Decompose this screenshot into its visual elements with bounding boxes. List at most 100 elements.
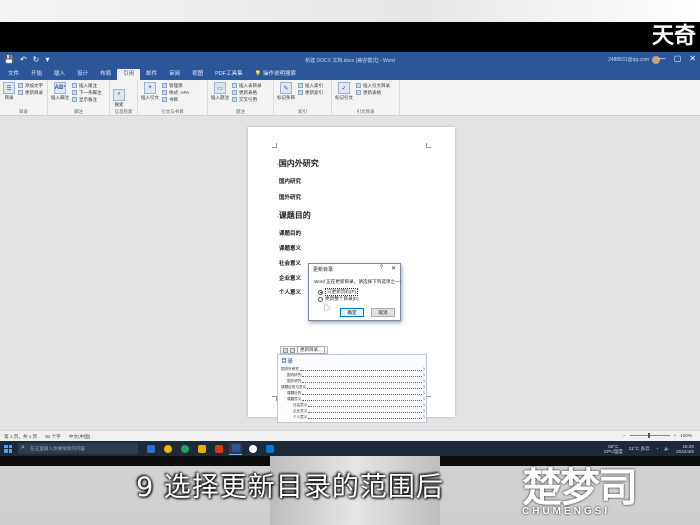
weather-widget[interactable]: 21°C 多云 <box>629 446 650 452</box>
taskbar-search-input[interactable]: 在这里输入你要搜索的内容 <box>18 442 138 454</box>
cpu-temperature[interactable]: 56°C CPU温度 <box>604 444 623 454</box>
tab-references[interactable]: 引用 <box>117 69 141 80</box>
update-index-button[interactable]: 更新索引 <box>298 89 323 96</box>
taskbar-app-explorer[interactable] <box>195 443 208 455</box>
tab-view[interactable]: 视图 <box>186 69 209 80</box>
insert-footnote-button[interactable]: AB¹ 插入脚注 <box>51 82 69 103</box>
heading-2[interactable]: 国内研究 <box>279 177 301 185</box>
account-area[interactable]: 2488831@qq.com <box>608 56 660 64</box>
mark-citation-button[interactable]: ✓ 标记引文 <box>335 82 353 101</box>
heading-2[interactable]: 个人意义 <box>279 288 301 296</box>
minimize-icon[interactable]: — <box>658 54 666 63</box>
zoom-in-icon[interactable]: + <box>674 433 677 438</box>
heading-1[interactable]: ▪课题目的 <box>277 210 311 221</box>
bibliography-button[interactable]: 书目 <box>162 96 189 103</box>
tab-layout[interactable]: 布局 <box>94 69 117 80</box>
ribbon-group-research: ⌕ 搜索 信息检索 <box>110 80 138 116</box>
heading-2[interactable]: 社会意义 <box>279 259 301 267</box>
update-authorities-button[interactable]: 更新表格 <box>356 89 390 96</box>
maximize-icon[interactable]: ▢ <box>674 54 682 63</box>
taskbar-app-word[interactable] <box>229 442 242 455</box>
insert-table-of-authorities-button[interactable]: 插入引文目录 <box>356 82 390 89</box>
toc-entry[interactable]: 个人意义 1 <box>293 414 425 420</box>
taskbar-app-generic[interactable] <box>246 443 259 455</box>
heading-2[interactable]: 企业意义 <box>279 274 301 282</box>
close-icon[interactable]: ✕ <box>689 54 696 63</box>
ribbon-tabs: 文件 开始 插入 设计 布局 引用 邮件 审阅 视图 PDF工具集 💡 操作说明… <box>0 68 700 80</box>
taskbar-app-browser[interactable] <box>144 443 157 455</box>
taskbar-app-chrome[interactable] <box>161 443 174 455</box>
app-icon <box>248 444 257 453</box>
next-footnote-icon <box>72 90 77 95</box>
tab-review[interactable]: 审阅 <box>163 69 186 80</box>
heading-2[interactable]: 课题目的 <box>279 229 301 237</box>
ribbon-group-label: 引文与书目 <box>161 109 184 114</box>
volume-icon[interactable]: 🔈 <box>664 446 670 452</box>
ribbon-group-footnotes: AB¹ 插入脚注 插入尾注 下一条脚注 显示备注 脚注 <box>48 80 110 116</box>
windows-start-icon[interactable] <box>4 444 12 453</box>
taskbar-clock[interactable]: 16:20 2022/4/6 <box>676 444 694 454</box>
update-toc-dialog: 更新目录 ? ✕ Word 正在更新目录，请选择下列选项之一： 只更新页码(P)… <box>308 263 404 321</box>
heading-2[interactable]: 国外研究 <box>279 193 301 201</box>
cancel-button[interactable]: 取消 <box>371 308 395 317</box>
cross-reference-button[interactable]: 交叉引用 <box>232 96 262 103</box>
authorities-icon <box>356 83 361 88</box>
language-indicator[interactable]: 中文(中国) <box>69 434 90 440</box>
insert-endnote-button[interactable]: 插入尾注 <box>72 82 102 89</box>
radio-update-page-numbers[interactable]: 只更新页码(P) <box>318 288 359 296</box>
tab-pdf-tools[interactable]: PDF工具集 <box>209 69 249 80</box>
show-notes-button[interactable]: 显示备注 <box>72 96 102 103</box>
zoom-slider[interactable] <box>629 433 670 438</box>
powerpoint-icon <box>214 444 223 453</box>
taskbar-app-store[interactable] <box>263 443 276 455</box>
search-button[interactable]: ⌕ 搜索 <box>113 88 125 108</box>
endnote-icon <box>72 83 77 88</box>
radio-update-entire-table[interactable]: 更新整个目录(E) <box>318 296 359 302</box>
help-icon[interactable]: ? <box>380 265 383 271</box>
ok-button[interactable]: 确定 <box>340 308 364 317</box>
tab-home[interactable]: 开始 <box>25 69 48 80</box>
mark-entry-icon: ✎ <box>280 82 292 94</box>
mark-entry-button[interactable]: ✎ 标记条目 <box>277 82 295 101</box>
taskbar-app-wechat[interactable] <box>178 443 191 455</box>
network-icon[interactable]: ◔ <box>656 446 659 451</box>
word-count[interactable]: 91 个字 <box>45 434 61 440</box>
system-tray: 56°C CPU温度 21°C 多云 ◔ 🔈 16:20 2022/4/6 <box>604 444 700 454</box>
heading-2[interactable]: 课题意义 <box>279 244 301 252</box>
word-icon <box>231 444 240 452</box>
add-text-button[interactable]: 添加文字 <box>18 82 43 89</box>
update-table-button[interactable]: 更新表格 <box>232 89 262 96</box>
toc-content-control-toolbar[interactable]: 更新目录... <box>280 346 328 354</box>
tell-me-search[interactable]: 💡 操作说明搜索 <box>249 69 302 80</box>
ribbon-group-label: 引文目录 <box>356 109 375 114</box>
style-select[interactable]: 样式: APA <box>162 89 189 96</box>
next-footnote-button[interactable]: 下一条脚注 <box>72 89 102 96</box>
heading-1[interactable]: ▪国内外研究 <box>277 158 319 169</box>
page-count[interactable]: 第 1 页，共 1 页 <box>4 434 37 440</box>
manage-sources-button[interactable]: 管理源 <box>162 82 189 89</box>
dialog-close-icon[interactable]: ✕ <box>391 265 396 272</box>
footnote-icon: AB¹ <box>54 82 66 94</box>
show-notes-icon <box>72 97 77 102</box>
insert-caption-button[interactable]: ▭ 插入题注 <box>211 82 229 103</box>
toc-button[interactable]: ☰ 目录 <box>3 82 15 101</box>
zoom-level[interactable]: 100% <box>680 433 692 438</box>
update-toc-button[interactable]: 更新目录 <box>18 89 43 96</box>
radio-selected-icon[interactable] <box>318 289 323 295</box>
crop-mark <box>426 143 431 148</box>
insert-table-of-figures-button[interactable]: 插入表目录 <box>232 82 262 89</box>
taskbar-app-powerpoint[interactable] <box>212 443 225 455</box>
radio-unselected-icon[interactable] <box>318 296 323 302</box>
insert-index-button[interactable]: 插入索引 <box>298 82 323 89</box>
tab-file[interactable]: 文件 <box>2 69 25 80</box>
tab-design[interactable]: 设计 <box>71 69 94 80</box>
document-canvas[interactable]: ▪国内外研究 国内研究 国外研究 ▪课题目的 课题目的 课题意义 社会意义 企业… <box>0 117 700 456</box>
table-of-contents[interactable]: 目录 国内外研究 1 国内研究 1 国外研究 1 课题目的与意义 1 课题目的 1 课题意… <box>277 354 427 423</box>
insert-citation-button[interactable]: ❝ 插入引文 <box>141 82 159 103</box>
toc-update-button[interactable]: 更新目录... <box>297 346 325 354</box>
tab-insert[interactable]: 插入 <box>48 69 71 80</box>
toc-handle-icon[interactable] <box>283 347 288 353</box>
zoom-out-icon[interactable]: − <box>623 433 626 438</box>
tab-mailings[interactable]: 邮件 <box>140 69 163 80</box>
toc-menu-icon[interactable] <box>290 347 295 353</box>
